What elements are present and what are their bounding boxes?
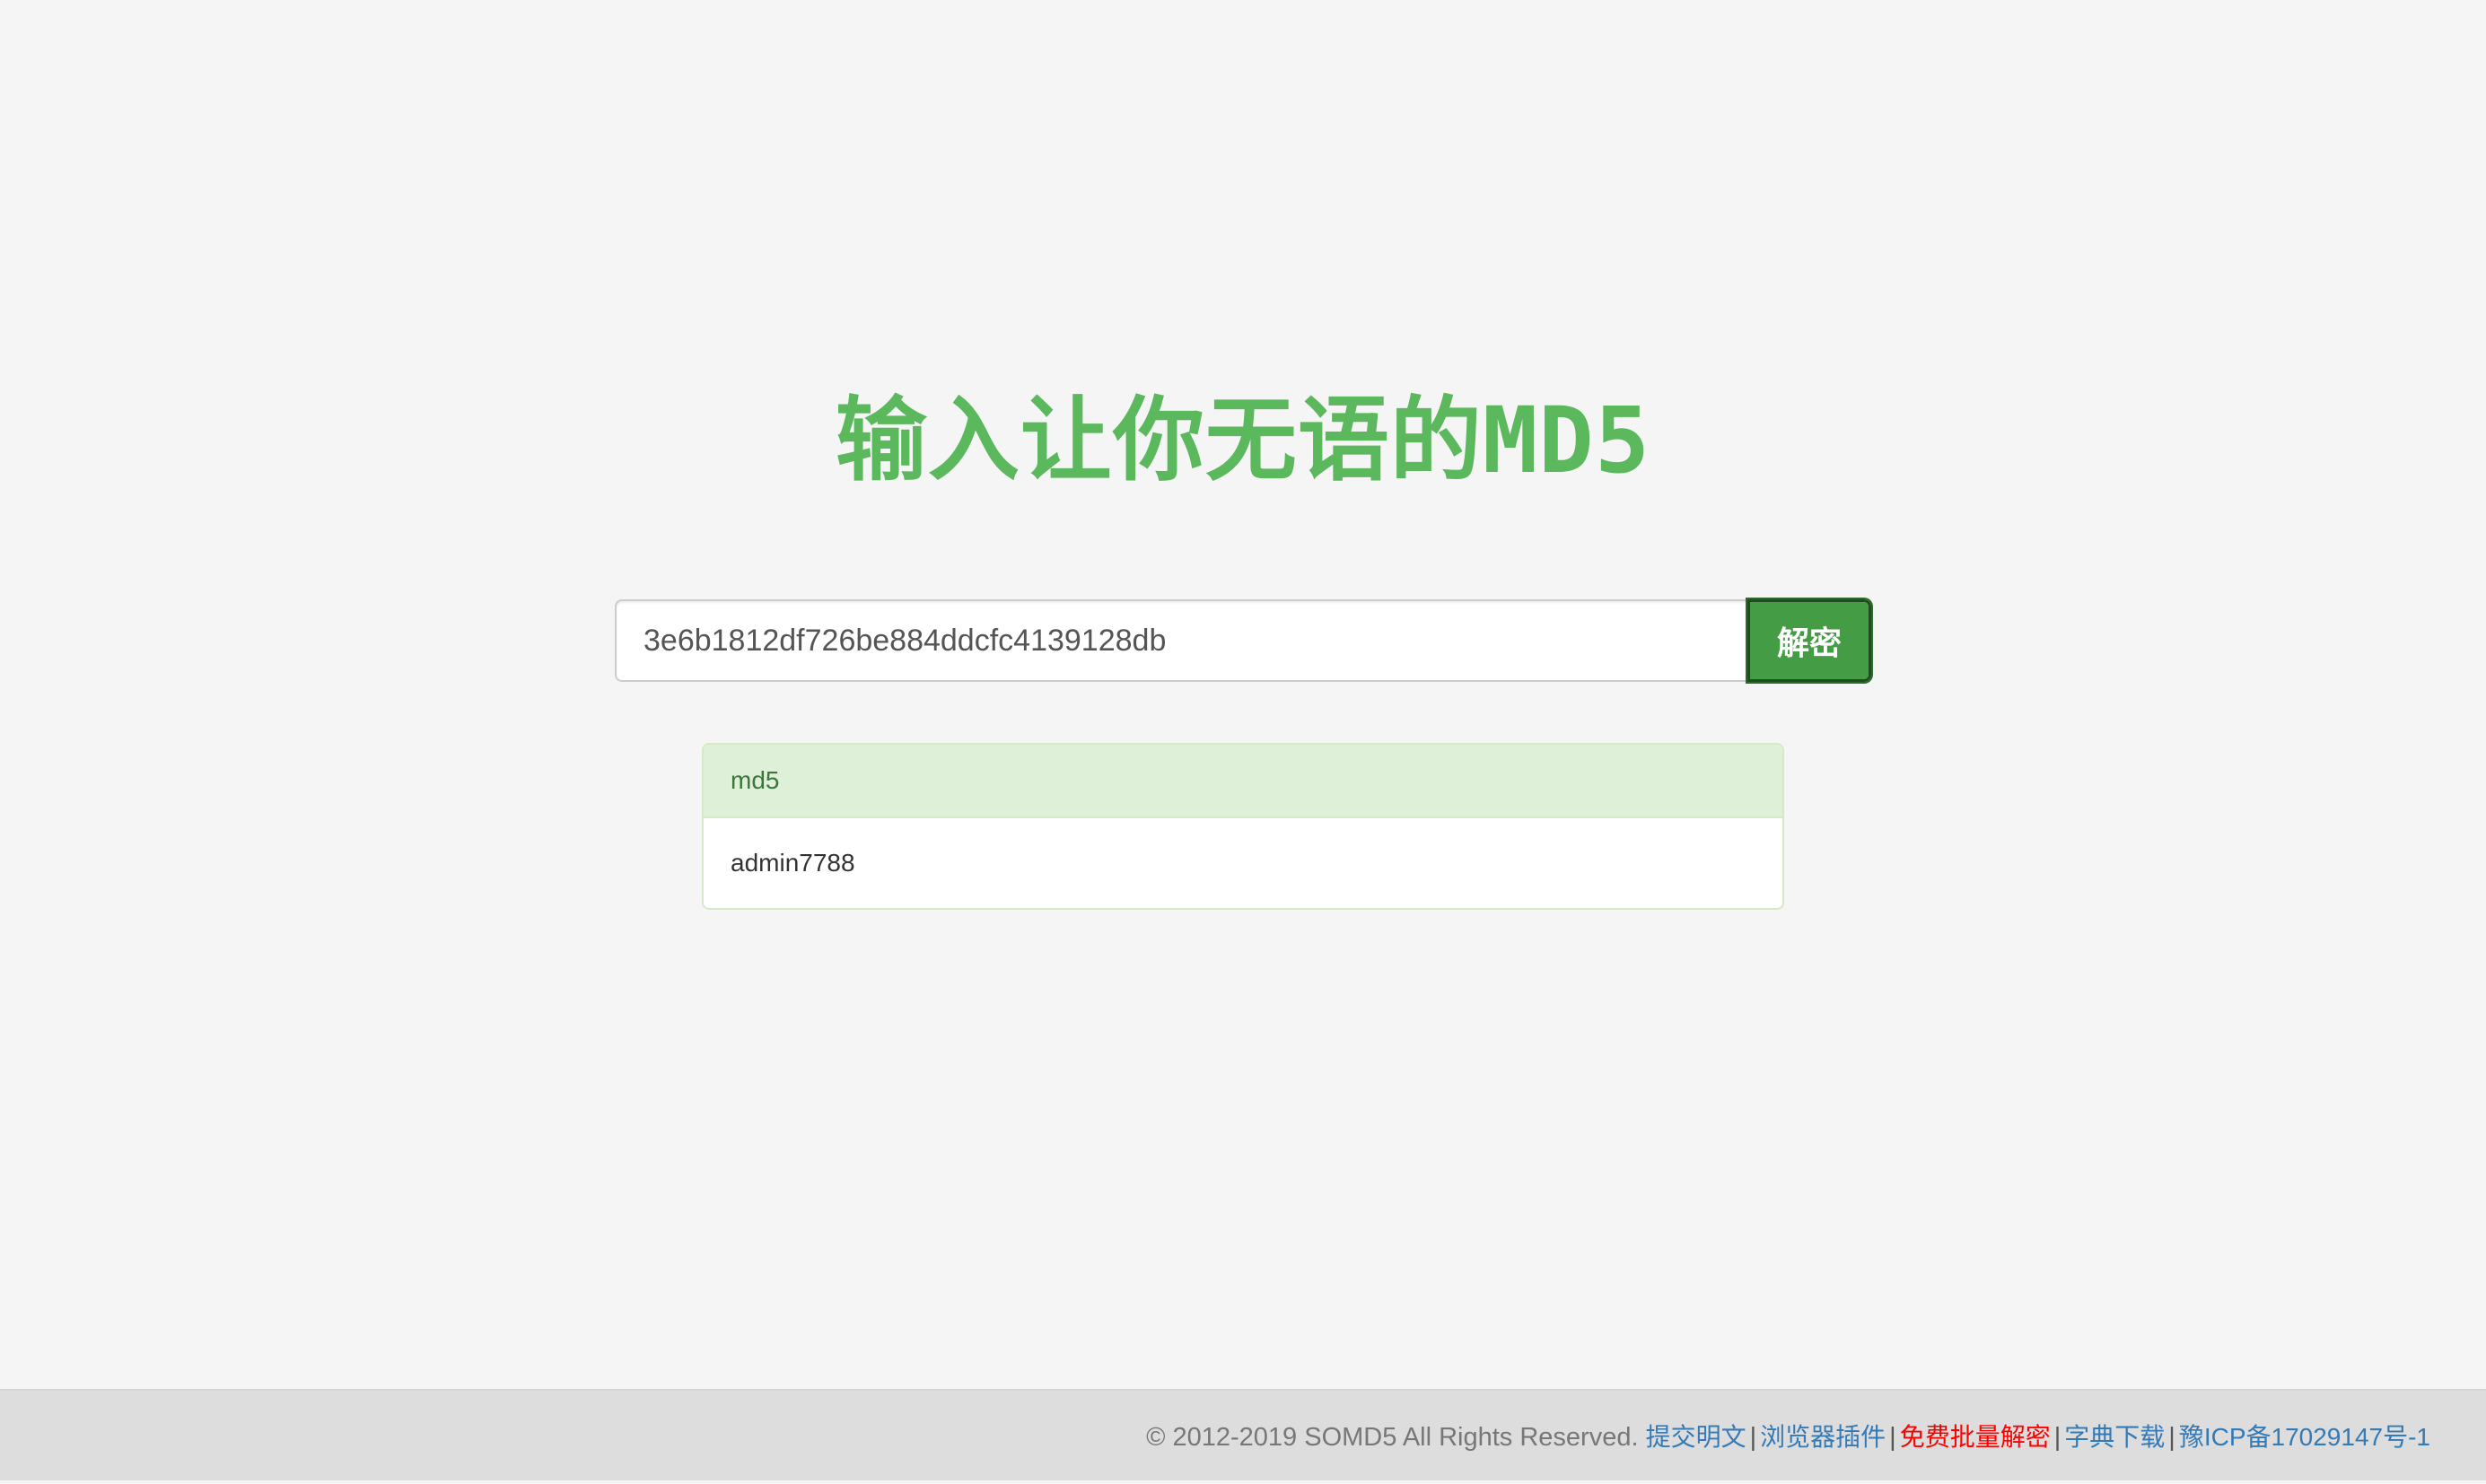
batch-decrypt-link[interactable]: 免费批量解密: [1900, 1422, 2051, 1452]
browser-plugin-link[interactable]: 浏览器插件: [1760, 1422, 1886, 1452]
submit-plaintext-link[interactable]: 提交明文: [1646, 1422, 1746, 1452]
icp-license-link[interactable]: 豫ICP备17029147号-1: [2179, 1423, 2430, 1451]
copyright-text: © 2012-2019 SOMD5 All Rights Reserved.: [1146, 1423, 1639, 1452]
md5-input[interactable]: [615, 599, 1747, 682]
footer-separator: |: [2053, 1423, 2061, 1452]
footer-separator: |: [1749, 1423, 1757, 1452]
dictionary-download-link[interactable]: 字典下载: [2064, 1422, 2165, 1452]
page-title: 输入让你无语的MD5: [835, 388, 1651, 494]
result-value: admin7788: [731, 849, 855, 877]
search-form: 解密: [615, 599, 1871, 682]
footer: © 2012-2019 SOMD5 All Rights Reserved. 提…: [0, 1389, 2486, 1480]
decrypt-button[interactable]: 解密: [1747, 599, 1871, 682]
result-heading: md5: [704, 745, 1782, 818]
footer-content: © 2012-2019 SOMD5 All Rights Reserved. 提…: [1146, 1391, 2430, 1482]
footer-separator: |: [1889, 1423, 1896, 1452]
footer-separator: |: [2168, 1423, 2175, 1452]
result-panel: md5 admin7788: [702, 743, 1784, 910]
